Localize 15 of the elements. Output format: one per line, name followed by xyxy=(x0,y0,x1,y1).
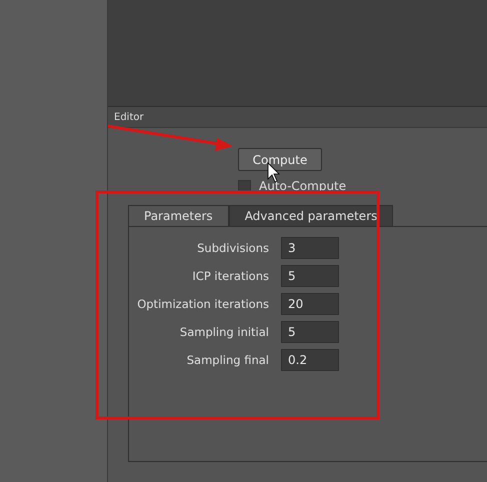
parameter-field[interactable]: 5 xyxy=(281,265,339,287)
parameter-label: Sampling final xyxy=(186,353,269,367)
tab[interactable]: Advanced parameters xyxy=(228,205,394,226)
auto-compute-label: Auto-Compute xyxy=(259,179,346,193)
parameter-field[interactable]: 5 xyxy=(281,321,339,343)
panel-title: Editor xyxy=(114,112,144,122)
parameter-field[interactable]: 20 xyxy=(281,293,339,315)
compute-button[interactable]: Compute xyxy=(238,148,322,171)
parameter-label: ICP iterations xyxy=(191,269,269,283)
parameter-label: Optimization iterations xyxy=(136,297,269,311)
parameter-field[interactable]: 0.2 xyxy=(281,349,339,371)
parameter-label: Sampling initial xyxy=(178,325,269,339)
parameter-label: Subdivisions xyxy=(196,241,269,255)
tab[interactable]: Parameters xyxy=(128,205,229,226)
parameter-field[interactable]: 3 xyxy=(281,237,339,259)
